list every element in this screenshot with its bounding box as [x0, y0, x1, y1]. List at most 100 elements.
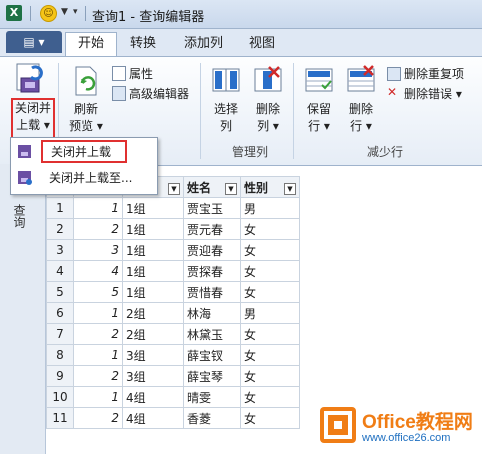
index-cell[interactable]: 4 [73, 260, 123, 282]
index-cell[interactable]: 2 [73, 323, 123, 345]
sex-cell[interactable]: 女 [240, 407, 300, 429]
index-cell[interactable]: 2 [73, 407, 123, 429]
filter-dropdown-icon[interactable]: ▼ [284, 182, 296, 195]
choose-columns-icon[interactable] [211, 65, 241, 95]
group-cell[interactable]: 1组 [122, 197, 184, 219]
name-cell[interactable]: 林黛玉 [183, 323, 241, 345]
group-cell[interactable]: 1组 [122, 260, 184, 282]
remove-errors-label: 删除错误 ▾ [404, 87, 462, 101]
filter-dropdown-icon[interactable]: ▼ [168, 182, 180, 195]
index-cell[interactable]: 1 [73, 386, 123, 408]
table-row[interactable]: 1 1 1组 贾宝玉男 [46, 197, 300, 219]
index-cell[interactable]: 5 [73, 281, 123, 303]
row-number-cell[interactable]: 10 [46, 386, 74, 408]
group-cell[interactable]: 2组 [122, 323, 184, 345]
sex-cell[interactable]: 女 [240, 344, 300, 366]
row-number-cell[interactable]: 1 [46, 197, 74, 219]
excel-app-icon[interactable]: X [6, 5, 22, 21]
advanced-editor-button[interactable]: 高级编辑器 [112, 85, 198, 103]
file-menu-button[interactable]: ▤ ▾ [6, 31, 62, 53]
sex-cell[interactable]: 女 [240, 323, 300, 345]
tab-transform[interactable]: 转换 [118, 33, 168, 55]
sex-cell[interactable]: 女 [240, 365, 300, 387]
name-cell[interactable]: 贾迎春 [183, 239, 241, 261]
remove-rows-icon[interactable] [346, 65, 376, 95]
name-cell[interactable]: 林海 [183, 302, 241, 324]
refresh-preview-button[interactable]: 刷新 预览 ▾ [64, 101, 108, 135]
sex-cell[interactable]: 女 [240, 260, 300, 282]
row-number-cell[interactable]: 8 [46, 344, 74, 366]
table-row[interactable]: 6 1 2组 林海男 [46, 302, 300, 324]
name-cell[interactable]: 薛宝钗 [183, 344, 241, 366]
keep-rows-icon[interactable] [304, 65, 334, 95]
properties-button[interactable]: 属性 [112, 65, 192, 83]
row-number-cell[interactable]: 2 [46, 218, 74, 240]
sex-cell[interactable]: 男 [240, 197, 300, 219]
remove-errors-button[interactable]: ✕ 删除错误 ▾ [387, 85, 479, 103]
name-cell[interactable]: 贾宝玉 [183, 197, 241, 219]
sex-cell[interactable]: 女 [240, 386, 300, 408]
name-cell[interactable]: 香菱 [183, 407, 241, 429]
index-cell[interactable]: 1 [73, 302, 123, 324]
row-number-cell[interactable]: 9 [46, 365, 74, 387]
group-cell[interactable]: 2组 [122, 302, 184, 324]
table-row[interactable]: 9 2 3组 薛宝琴女 [46, 365, 300, 387]
remove-columns-icon[interactable] [253, 65, 283, 95]
row-number-cell[interactable]: 7 [46, 323, 74, 345]
row-number-cell[interactable]: 3 [46, 239, 74, 261]
group-cell[interactable]: 3组 [122, 344, 184, 366]
dropdown-arrow-icon[interactable]: ▼ [61, 7, 68, 17]
row-number-cell[interactable]: 4 [46, 260, 74, 282]
table-row[interactable]: 3 3 1组 贾迎春女 [46, 239, 300, 261]
row-number-cell[interactable]: 6 [46, 302, 74, 324]
column-header-name[interactable]: 姓名 ▼ [183, 176, 241, 198]
filter-dropdown-icon[interactable]: ▼ [225, 182, 237, 195]
group-cell[interactable]: 3组 [122, 365, 184, 387]
group-cell[interactable]: 4组 [122, 407, 184, 429]
table-row[interactable]: 11 2 4组 香菱女 [46, 407, 300, 429]
name-cell[interactable]: 贾探春 [183, 260, 241, 282]
sex-cell[interactable]: 男 [240, 302, 300, 324]
refresh-preview-icon[interactable] [72, 65, 102, 97]
smiley-icon[interactable]: ☺ [40, 5, 57, 22]
tab-home[interactable]: 开始 [65, 32, 118, 57]
sex-cell[interactable]: 女 [240, 281, 300, 303]
queries-pane[interactable]: 查询 [0, 164, 46, 454]
table-row[interactable]: 5 5 1组 贾惜春女 [46, 281, 300, 303]
column-header-sex[interactable]: 性别 ▼ [240, 176, 300, 198]
name-cell[interactable]: 贾元春 [183, 218, 241, 240]
table-row[interactable]: 10 1 4组 晴雯女 [46, 386, 300, 408]
row-number-cell[interactable]: 11 [46, 407, 74, 429]
remove-rows-button[interactable]: 删除 行 ▾ [343, 101, 379, 135]
index-cell[interactable]: 2 [73, 218, 123, 240]
sex-cell[interactable]: 女 [240, 218, 300, 240]
row-number-cell[interactable]: 5 [46, 281, 74, 303]
tab-view[interactable]: 视图 [237, 33, 287, 55]
choose-columns-button[interactable]: 选择 列 [208, 101, 244, 135]
table-row[interactable]: 2 2 1组 贾元春女 [46, 218, 300, 240]
table-row[interactable]: 7 2 2组 林黛玉女 [46, 323, 300, 345]
index-cell[interactable]: 1 [73, 197, 123, 219]
name-cell[interactable]: 薛宝琴 [183, 365, 241, 387]
remove-duplicates-button[interactable]: 删除重复项 [387, 65, 479, 83]
group-cell[interactable]: 1组 [122, 218, 184, 240]
name-cell[interactable]: 晴雯 [183, 386, 241, 408]
close-and-load-button[interactable]: 关闭并 上载 ▾ [11, 98, 55, 140]
remove-columns-button[interactable]: 删除 列 ▾ [250, 101, 286, 135]
index-cell[interactable]: 3 [73, 239, 123, 261]
index-cell[interactable]: 1 [73, 344, 123, 366]
table-row[interactable]: 4 4 1组 贾探春女 [46, 260, 300, 282]
data-grid[interactable]: 组▼ 姓名▼ 性别▼ 111组贾宝玉男221组贾元春女331组贾迎春女441组贾… [46, 176, 300, 429]
table-row[interactable]: 8 1 3组 薛宝钗女 [46, 344, 300, 366]
close-load-icon[interactable] [14, 62, 46, 96]
customize-toolbar-icon[interactable]: ▾ [73, 7, 78, 17]
index-cell[interactable]: 2 [73, 365, 123, 387]
name-cell[interactable]: 贾惜春 [183, 281, 241, 303]
group-cell[interactable]: 1组 [122, 239, 184, 261]
keep-rows-button[interactable]: 保留 行 ▾ [301, 101, 337, 135]
group-cell[interactable]: 4组 [122, 386, 184, 408]
menu-item-close-and-load-to[interactable]: 关闭并上载至... [15, 167, 153, 189]
group-cell[interactable]: 1组 [122, 281, 184, 303]
tab-add-column[interactable]: 添加列 [172, 33, 235, 55]
sex-cell[interactable]: 女 [240, 239, 300, 261]
